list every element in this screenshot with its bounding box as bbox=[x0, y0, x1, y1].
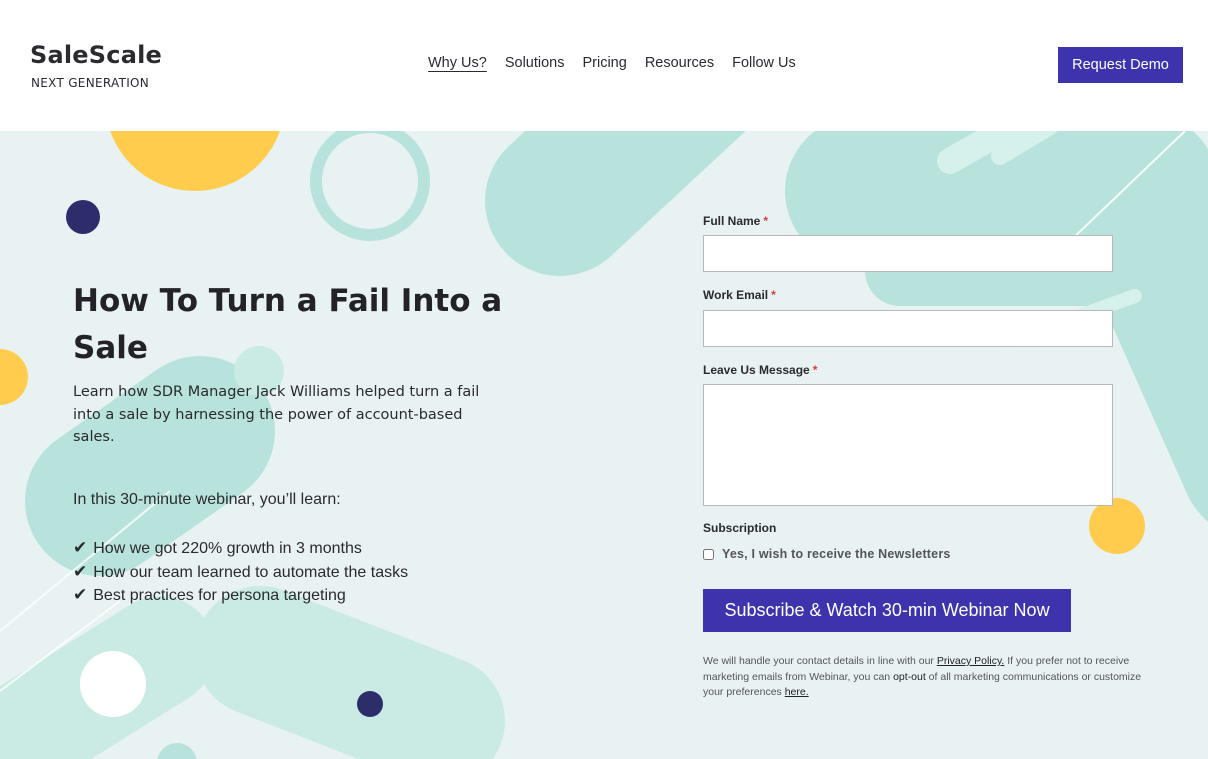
work-email-label: Work Email * bbox=[703, 288, 776, 302]
mint-capsule-center bbox=[485, 131, 746, 276]
subscribe-watch-button[interactable]: Subscribe & Watch 30-min Webinar Now bbox=[703, 589, 1071, 632]
nav-item-resources[interactable]: Resources bbox=[645, 55, 714, 71]
list-item-text: How we got 220% growth in 3 months bbox=[93, 540, 362, 557]
nav-item-solutions[interactable]: Solutions bbox=[505, 55, 565, 71]
checkmark-icon: ✔ bbox=[73, 585, 88, 605]
full-name-label-text: Full Name bbox=[703, 214, 761, 228]
mint-ring bbox=[310, 131, 430, 241]
mint-capsule-right-lower bbox=[1060, 131, 1208, 522]
newsletter-option[interactable]: Yes, I wish to receive the Newsletters bbox=[703, 547, 951, 561]
benefit-list: ✔ How we got 220% growth in 3 months ✔ H… bbox=[73, 537, 408, 608]
yellow-circle-left bbox=[0, 349, 28, 405]
work-email-label-text: Work Email bbox=[703, 288, 769, 302]
brand-tagline: NEXT GENERATION bbox=[31, 76, 150, 90]
list-item-text: How our team learned to automate the tas… bbox=[93, 563, 409, 581]
checkmark-icon: ✔ bbox=[73, 538, 88, 558]
list-item-text: Best practices for persona targeting bbox=[93, 587, 346, 604]
message-label-text: Leave Us Message bbox=[703, 363, 810, 377]
mint-capsule-bottom bbox=[195, 586, 505, 759]
request-demo-button[interactable]: Request Demo bbox=[1058, 47, 1183, 83]
hero-section: How To Turn a Fail Into a Sale Learn how… bbox=[0, 131, 1208, 759]
opt-out-text: opt-out bbox=[893, 670, 926, 683]
white-circle bbox=[80, 651, 146, 717]
nav-item-why-us[interactable]: Why Us? bbox=[428, 55, 487, 71]
privacy-text-1: We will handle your contact details in l… bbox=[703, 655, 937, 667]
newsletter-checkbox[interactable] bbox=[703, 548, 714, 560]
checkmark-icon: ✔ bbox=[73, 561, 88, 582]
full-name-label: Full Name * bbox=[703, 214, 768, 228]
navy-dot-bottom bbox=[357, 691, 383, 717]
message-label: Leave Us Message * bbox=[703, 363, 817, 377]
page-title: How To Turn a Fail Into a Sale bbox=[73, 283, 503, 366]
list-item: ✔ How we got 220% growth in 3 months bbox=[73, 537, 408, 561]
required-marker: * bbox=[771, 288, 776, 302]
list-item: ✔ How our team learned to automate the t… bbox=[73, 561, 408, 585]
privacy-notice: We will handle your contact details in l… bbox=[703, 654, 1143, 701]
learn-intro: In this 30-minute webinar, you’ll learn: bbox=[73, 491, 341, 508]
yellow-circle-top bbox=[110, 131, 280, 191]
preferences-here-link[interactable]: here. bbox=[785, 686, 809, 698]
navy-dot-top bbox=[66, 200, 100, 234]
required-marker: * bbox=[812, 363, 818, 377]
main-nav: Why Us? Solutions Pricing Resources Foll… bbox=[428, 55, 796, 71]
site-header: SaleScale NEXT GENERATION Why Us? Soluti… bbox=[0, 0, 1208, 131]
brand-logo[interactable]: SaleScale bbox=[30, 41, 162, 69]
privacy-policy-link[interactable]: Privacy Policy. bbox=[937, 655, 1005, 667]
full-name-field[interactable] bbox=[703, 235, 1113, 272]
message-textarea[interactable] bbox=[703, 384, 1113, 506]
mint-dot-bottom bbox=[157, 743, 197, 759]
list-item: ✔ Best practices for persona targeting bbox=[73, 584, 408, 608]
required-marker: * bbox=[763, 214, 769, 228]
newsletter-checkbox-label: Yes, I wish to receive the Newsletters bbox=[722, 547, 951, 561]
work-email-field[interactable] bbox=[703, 310, 1113, 347]
hero-description: Learn how SDR Manager Jack Williams help… bbox=[73, 384, 480, 445]
subscription-label: Subscription bbox=[703, 521, 777, 535]
yellow-circle-right bbox=[1089, 498, 1145, 554]
nav-item-follow-us[interactable]: Follow Us bbox=[732, 55, 796, 71]
nav-item-pricing[interactable]: Pricing bbox=[582, 55, 626, 71]
